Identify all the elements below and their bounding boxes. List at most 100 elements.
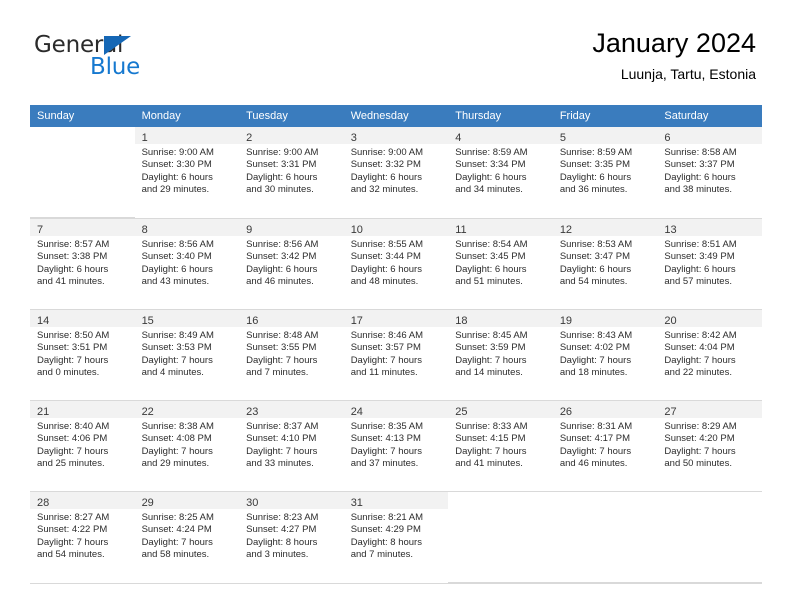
day-number: 23 [246,406,259,418]
day-cell-18[interactable]: 18 Sunrise: 8:45 AM Sunset: 3:59 PM Dayligh… [448,310,553,400]
day-cell-8[interactable]: 8 Sunrise: 8:56 AM Sunset: 3:40 PM Daylight… [134,219,240,309]
day-detail-line: Sunset: 4:20 PM [664,433,735,445]
logo-triangle-icon [104,36,131,55]
day-cell-11[interactable]: 11 Sunrise: 8:54 AM Sunset: 3:45 PM Dayligh… [448,219,553,309]
day-detail-line: Daylight: 6 hours [350,171,422,183]
day-cell-21[interactable]: 21 Sunrise: 8:40 AM Sunset: 4:06 PM Dayligh… [30,401,135,491]
day-cell-4[interactable]: 4 Sunrise: 8:59 AM Sunset: 3:34 PM Daylight… [448,127,553,217]
day-number: 27 [664,406,677,418]
day-number-band: 23 [239,401,344,418]
day-cell-14[interactable]: 14 Sunrise: 8:50 AM Sunset: 3:51 PM Dayligh… [30,310,135,400]
day-number: 6 [664,132,671,144]
weekday-header-monday: Monday [134,105,240,127]
day-cell-12[interactable]: 12 Sunrise: 8:53 AM Sunset: 3:47 PM Dayligh… [552,219,658,309]
day-detail-line: Sunset: 4:13 PM [350,433,421,445]
day-cell-17[interactable]: 17 Sunrise: 8:46 AM Sunset: 3:57 PM Dayligh… [343,310,449,400]
day-cell-24[interactable]: 24 Sunrise: 8:35 AM Sunset: 4:13 PM Dayligh… [343,401,449,491]
day-detail-line: Sunset: 3:51 PM [37,342,108,354]
day-cell-6[interactable]: 6 Sunrise: 8:58 AM Sunset: 3:37 PM Daylight… [657,127,762,217]
day-detail-line: Sunset: 3:42 PM [246,251,317,263]
day-detail-line: Daylight: 7 hours [246,445,318,457]
day-detail-line: Sunrise: 8:25 AM [141,512,214,523]
day-detail-lines: Sunrise: 8:21 AM Sunset: 4:29 PM Daylight:… [344,509,449,561]
day-cell-15[interactable]: 15 Sunrise: 8:49 AM Sunset: 3:53 PM Dayligh… [134,310,240,400]
day-detail-line: Sunrise: 8:27 AM [37,512,110,523]
day-cell-1[interactable]: 1 Sunrise: 9:00 AM Sunset: 3:30 PM Daylight… [134,127,240,217]
day-number-band: 17 [343,310,449,327]
empty-day-cell [30,127,135,218]
day-detail-lines: Sunrise: 8:48 AM Sunset: 3:55 PM Daylight:… [239,327,344,379]
day-detail-line: Sunset: 4:22 PM [37,524,108,536]
day-number-band: 25 [448,401,553,418]
day-cell-26[interactable]: 26 Sunrise: 8:31 AM Sunset: 4:17 PM Dayligh… [552,401,658,491]
day-cell-29[interactable]: 29 Sunrise: 8:25 AM Sunset: 4:24 PM Dayligh… [134,492,240,582]
day-cell-25[interactable]: 25 Sunrise: 8:33 AM Sunset: 4:15 PM Dayligh… [448,401,553,491]
day-detail-line: and 41 minutes. [37,275,105,287]
day-detail-line: Sunrise: 8:35 AM [350,421,424,432]
day-detail-lines: Sunrise: 8:56 AM Sunset: 3:42 PM Daylight:… [239,236,344,288]
day-cell-10[interactable]: 10 Sunrise: 8:55 AM Sunset: 3:44 PM Dayligh… [343,219,449,309]
day-cell-31[interactable]: 31 Sunrise: 8:21 AM Sunset: 4:29 PM Dayligh… [343,492,449,582]
day-detail-lines: Sunrise: 8:50 AM Sunset: 3:51 PM Daylight:… [30,327,135,379]
day-detail-line: and 3 minutes. [246,548,309,560]
day-number: 24 [350,406,363,418]
day-number: 28 [37,497,50,509]
day-detail-line: Sunrise: 8:57 AM [37,239,110,250]
day-detail-line: Daylight: 6 hours [246,263,318,275]
day-detail-line: Daylight: 7 hours [37,536,109,548]
weekday-header-thursday: Thursday [448,105,553,127]
day-number: 13 [664,224,677,236]
day-detail-line: Sunrise: 8:56 AM [141,239,214,250]
day-cell-9[interactable]: 9 Sunrise: 8:56 AM Sunset: 3:42 PM Daylight… [239,219,344,309]
day-number: 12 [559,224,573,236]
day-number: 8 [141,224,148,236]
calendar-day-cell: 11 Sunrise: 8:54 AM Sunset: 3:45 PM Dayligh… [448,218,553,310]
day-number: 10 [350,224,363,236]
day-number-band: 14 [30,310,135,327]
generalblue-logo[interactable]: General Blue [34,34,214,84]
day-cell-13[interactable]: 13 Sunrise: 8:51 AM Sunset: 3:49 PM Dayligh… [657,219,762,309]
day-detail-line: and 46 minutes. [246,275,314,287]
day-detail-line: Sunset: 4:08 PM [141,433,212,445]
day-cell-3[interactable]: 3 Sunrise: 9:00 AM Sunset: 3:32 PM Daylight… [343,127,449,217]
calendar-day-cell: 22 Sunrise: 8:38 AM Sunset: 4:08 PM Dayligh… [134,400,240,492]
day-cell-19[interactable]: 19 Sunrise: 8:43 AM Sunset: 4:02 PM Dayligh… [552,310,658,400]
day-number: 17 [350,315,363,327]
calendar-header-row: Sunday Monday Tuesday Wednesday Thursday Frid… [30,105,762,127]
day-number-band: 3 [343,127,449,144]
day-detail-line: Daylight: 7 hours [350,354,422,366]
day-cell-5[interactable]: 5 Sunrise: 8:59 AM Sunset: 3:35 PM Daylight… [552,127,658,217]
day-cell-23[interactable]: 23 Sunrise: 8:37 AM Sunset: 4:10 PM Dayligh… [239,401,344,491]
day-cell-22[interactable]: 22 Sunrise: 8:38 AM Sunset: 4:08 PM Dayligh… [134,401,240,491]
empty-day-cell [552,492,658,583]
day-detail-line: Sunset: 3:38 PM [37,251,108,263]
day-detail-line: and 4 minutes. [141,366,204,378]
day-detail-lines: Sunrise: 8:29 AM Sunset: 4:20 PM Daylight:… [657,418,762,470]
day-detail-line: Sunset: 3:34 PM [455,159,526,171]
day-number-band: 1 [134,127,240,144]
day-number: 15 [141,315,154,327]
day-cell-30[interactable]: 30 Sunrise: 8:23 AM Sunset: 4:27 PM Dayligh… [239,492,344,582]
day-detail-line: Daylight: 6 hours [664,171,736,183]
day-detail-line: Sunrise: 8:42 AM [664,330,737,341]
day-cell-2[interactable]: 2 Sunrise: 9:00 AM Sunset: 3:31 PM Daylight… [239,127,344,217]
day-cell-28[interactable]: 28 Sunrise: 8:27 AM Sunset: 4:22 PM Dayligh… [30,492,135,582]
day-number: 7 [37,224,44,236]
day-detail-line: and 41 minutes. [455,457,523,469]
day-cell-20[interactable]: 20 Sunrise: 8:42 AM Sunset: 4:04 PM Dayligh… [657,310,762,400]
day-cell-27[interactable]: 27 Sunrise: 8:29 AM Sunset: 4:20 PM Dayligh… [657,401,762,491]
day-detail-lines: Sunrise: 8:57 AM Sunset: 3:38 PM Daylight:… [30,236,135,288]
calendar-week-row: 1 Sunrise: 9:00 AM Sunset: 3:30 PM Daylight… [30,127,762,219]
day-number-band: 16 [239,310,344,327]
day-number: 2 [246,132,253,144]
day-detail-line: Sunrise: 8:51 AM [664,239,737,250]
day-detail-line: Sunrise: 8:59 AM [455,147,528,158]
day-detail-line: Daylight: 7 hours [246,354,318,366]
day-cell-7[interactable]: 7 Sunrise: 8:57 AM Sunset: 3:38 PM Daylight… [30,219,135,309]
day-detail-line: Daylight: 7 hours [37,445,109,457]
day-detail-lines: Sunrise: 8:59 AM Sunset: 3:35 PM Daylight:… [553,144,658,196]
day-cell-16[interactable]: 16 Sunrise: 8:48 AM Sunset: 3:55 PM Dayligh… [239,310,344,400]
day-detail-line: Daylight: 7 hours [350,445,422,457]
day-detail-lines: Sunrise: 8:23 AM Sunset: 4:27 PM Daylight:… [239,509,344,561]
day-detail-lines: Sunrise: 8:45 AM Sunset: 3:59 PM Daylight:… [448,327,553,379]
